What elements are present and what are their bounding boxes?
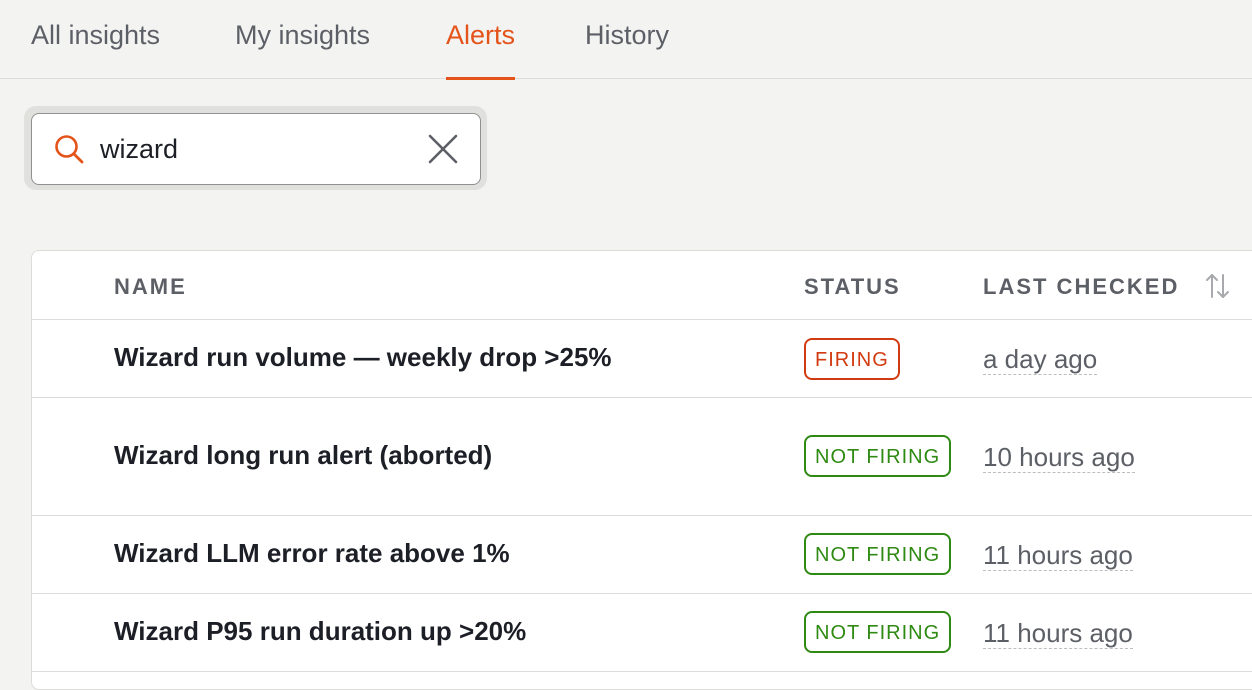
- last-checked-time: a day ago: [983, 344, 1098, 375]
- table-row[interactable]: Wizard P95 run duration up >20% NOT FIRI…: [32, 594, 1252, 672]
- tab-alerts[interactable]: Alerts: [446, 0, 516, 80]
- search-icon: [55, 135, 84, 164]
- alert-name[interactable]: Wizard long run alert (aborted): [114, 440, 492, 471]
- table-row[interactable]: Wizard run volume — weekly drop >25% FIR…: [32, 320, 1252, 398]
- status-badge: FIRING: [804, 338, 900, 380]
- last-checked-time: 11 hours ago: [983, 540, 1133, 571]
- table-header: NAME STATUS LAST CHECKED: [32, 251, 1252, 320]
- insights-tabs: All insights My insights Alerts History: [0, 0, 1252, 80]
- tab-my-insights[interactable]: My insights: [235, 0, 370, 79]
- last-checked-time: 10 hours ago: [983, 442, 1135, 473]
- last-checked-time: 11 hours ago: [983, 618, 1133, 649]
- tab-history[interactable]: History: [585, 0, 669, 79]
- column-header-name[interactable]: NAME: [114, 274, 187, 300]
- tab-all-insights[interactable]: All insights: [31, 0, 160, 79]
- alert-name[interactable]: Wizard P95 run duration up >20%: [114, 616, 526, 647]
- table-row[interactable]: Wizard long run alert (aborted) NOT FIRI…: [32, 398, 1252, 516]
- table-row[interactable]: Wizard LLM error rate above 1% NOT FIRIN…: [32, 516, 1252, 594]
- alert-name[interactable]: Wizard run volume — weekly drop >25%: [114, 342, 612, 373]
- column-header-status[interactable]: STATUS: [804, 274, 901, 300]
- status-badge: NOT FIRING: [804, 435, 952, 477]
- column-header-last-checked[interactable]: LAST CHECKED: [983, 274, 1179, 300]
- alert-name[interactable]: Wizard LLM error rate above 1%: [114, 538, 510, 569]
- status-badge: NOT FIRING: [804, 611, 952, 653]
- alerts-table: NAME STATUS LAST CHECKED Wizard run volu…: [31, 250, 1252, 690]
- close-icon[interactable]: [426, 132, 460, 166]
- status-badge: NOT FIRING: [804, 533, 952, 575]
- search-input[interactable]: [100, 128, 410, 170]
- sort-arrows-icon[interactable]: [1202, 271, 1232, 301]
- search-box: [31, 113, 481, 185]
